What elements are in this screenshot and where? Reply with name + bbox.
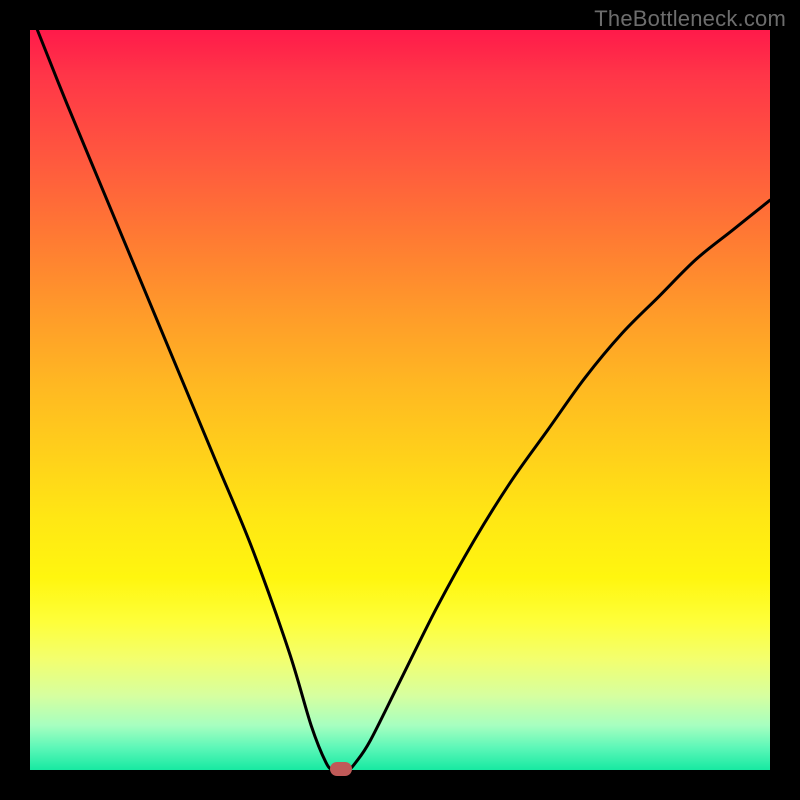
bottleneck-curve (30, 30, 770, 770)
watermark-text: TheBottleneck.com (594, 6, 786, 32)
minimum-marker (330, 762, 352, 776)
plot-area (30, 30, 770, 770)
chart-stage: TheBottleneck.com (0, 0, 800, 800)
